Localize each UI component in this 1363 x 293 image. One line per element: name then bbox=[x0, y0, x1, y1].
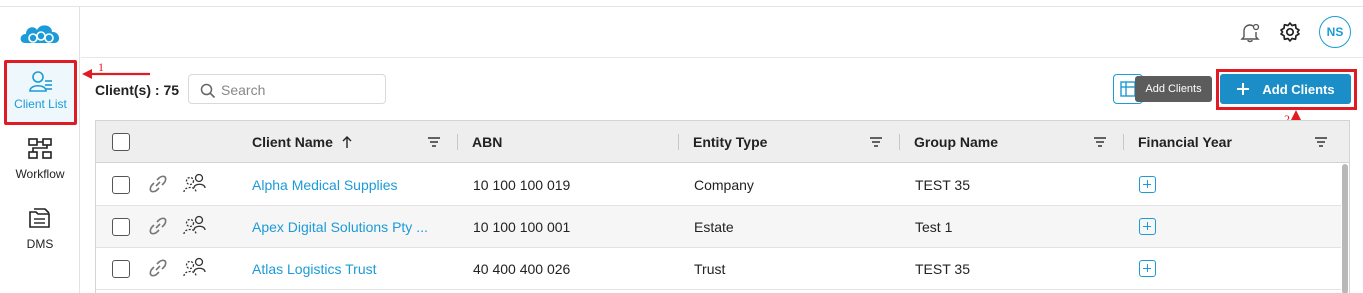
column-divider bbox=[678, 134, 679, 150]
column-header-entity-type[interactable]: Entity Type bbox=[693, 134, 767, 150]
column-divider bbox=[457, 134, 458, 150]
table-row[interactable]: Atlas Logistics Trust 40 400 400 026 Tru… bbox=[96, 248, 1341, 290]
filter-icon[interactable] bbox=[869, 136, 883, 148]
client-name-link[interactable]: Atlas Logistics Trust bbox=[252, 261, 377, 277]
entity-type-cell: Company bbox=[694, 177, 754, 193]
column-header-financial-year[interactable]: Financial Year bbox=[1138, 134, 1232, 150]
row-checkbox[interactable] bbox=[112, 260, 130, 278]
row-checkbox[interactable] bbox=[112, 218, 130, 236]
add-financial-year-icon[interactable] bbox=[1139, 176, 1156, 193]
entity-type-cell: Trust bbox=[694, 261, 726, 277]
client-name-link[interactable]: Alpha Medical Supplies bbox=[252, 177, 398, 193]
column-header-group-name[interactable]: Group Name bbox=[914, 134, 998, 150]
link-icon[interactable] bbox=[148, 216, 168, 236]
table-header: Client Name ABN Entity Type Group Name F… bbox=[96, 121, 1349, 163]
filter-icon[interactable] bbox=[1093, 136, 1107, 148]
column-header-client-name[interactable]: Client Name bbox=[252, 134, 333, 150]
entity-type-cell: Estate bbox=[694, 219, 734, 235]
clients-table: Client Name ABN Entity Type Group Name F… bbox=[95, 120, 1350, 293]
sort-ascending-icon[interactable] bbox=[341, 135, 353, 149]
add-financial-year-icon[interactable] bbox=[1139, 218, 1156, 235]
group-name-cell: Test 1 bbox=[915, 219, 953, 235]
link-icon[interactable] bbox=[148, 258, 168, 278]
group-name-cell: TEST 35 bbox=[915, 261, 970, 277]
select-all-checkbox[interactable] bbox=[112, 133, 130, 151]
abn-cell: 40 400 400 026 bbox=[473, 261, 571, 277]
abn-cell: 10 100 100 019 bbox=[473, 177, 571, 193]
link-icon[interactable] bbox=[148, 174, 168, 194]
filter-icon[interactable] bbox=[1314, 136, 1328, 148]
column-header-abn[interactable]: ABN bbox=[472, 134, 502, 150]
abn-cell: 10 100 100 001 bbox=[473, 219, 571, 235]
column-divider bbox=[1123, 134, 1124, 150]
group-users-icon[interactable] bbox=[182, 214, 208, 238]
group-users-icon[interactable] bbox=[182, 172, 208, 196]
filter-icon[interactable] bbox=[427, 136, 441, 148]
add-financial-year-icon[interactable] bbox=[1139, 260, 1156, 277]
app-root: Client List Workflow DMS NS Client(s): … bbox=[0, 0, 1363, 293]
group-name-cell: TEST 35 bbox=[915, 177, 970, 193]
annotation-step-1: 1 bbox=[98, 60, 104, 74]
column-divider bbox=[899, 134, 900, 150]
row-checkbox[interactable] bbox=[112, 176, 130, 194]
client-name-link[interactable]: Apex Digital Solutions Pty ... bbox=[252, 219, 428, 235]
group-users-icon[interactable] bbox=[182, 256, 208, 280]
table-scrollbar[interactable] bbox=[1342, 164, 1348, 293]
table-row[interactable]: Apex Digital Solutions Pty ... 10 100 10… bbox=[96, 206, 1341, 248]
table-row[interactable]: Alpha Medical Supplies 10 100 100 019 Co… bbox=[96, 164, 1341, 206]
